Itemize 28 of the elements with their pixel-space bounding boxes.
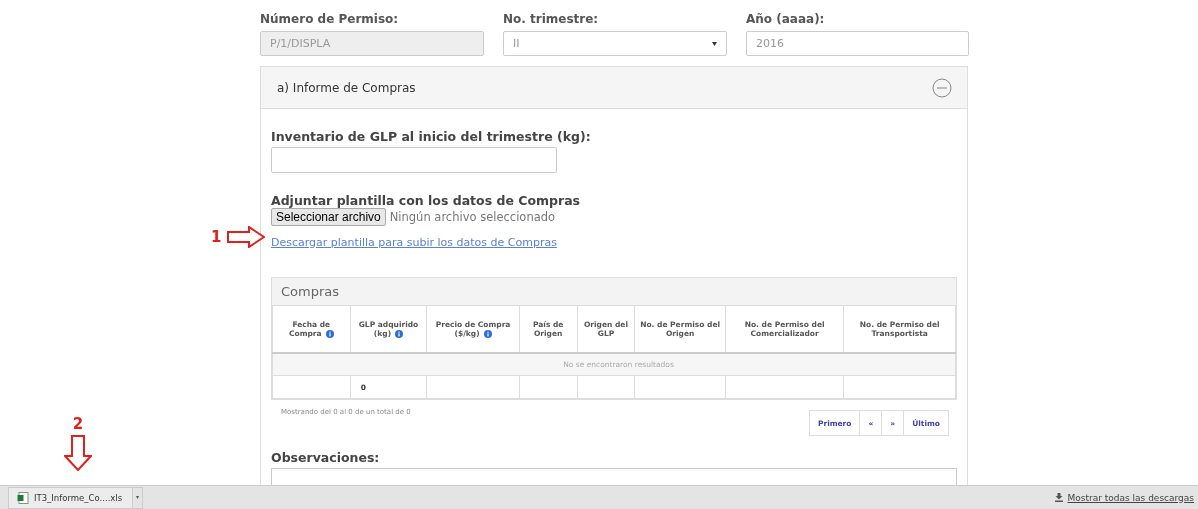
info-icon — [483, 329, 492, 338]
input-field[interactable] — [271, 147, 557, 173]
annotation-number: 1 — [211, 228, 222, 246]
info-icon — [325, 329, 334, 338]
info-icon — [395, 329, 404, 338]
spreadsheet-icon — [17, 491, 29, 504]
field-label: Adjuntar plantilla con los datos de Compras — [271, 193, 581, 208]
caret-icon — [712, 41, 717, 46]
table-title: Compras — [272, 278, 956, 305]
field-label: Observaciones: — [271, 450, 381, 465]
panel-title: a) Informe de Compras — [277, 80, 416, 95]
field-label: Número de Permiso: — [260, 12, 400, 26]
annotation-number: 2 — [72, 415, 84, 433]
download-icon — [1055, 493, 1064, 502]
caret-icon — [136, 496, 139, 499]
field-label: Año (aaaa): — [746, 12, 826, 26]
show-all-downloads-link[interactable]: Mostrar todas las descargas — [1055, 492, 1194, 503]
file-status: Ningún archivo seleccionado — [389, 210, 556, 224]
download-item[interactable]: IT3_Informe_Co....xls — [8, 486, 133, 509]
download-template-link[interactable]: Descargar plantilla para subir los datos de Compras — [271, 236, 557, 249]
download-menu-button[interactable] — [133, 486, 143, 509]
field-label: Inventario de GLP al inicio del trimestre (kg): — [271, 129, 592, 144]
collapse-icon[interactable] — [932, 77, 952, 98]
choose-file-button[interactable]: Seleccionar archivo — [271, 208, 386, 226]
right-arrow-icon — [227, 226, 266, 248]
panel-header[interactable]: a) Informe de Compras — [261, 67, 967, 109]
field-label: No. trimestre: — [503, 12, 600, 26]
down-arrow-icon — [64, 435, 92, 471]
